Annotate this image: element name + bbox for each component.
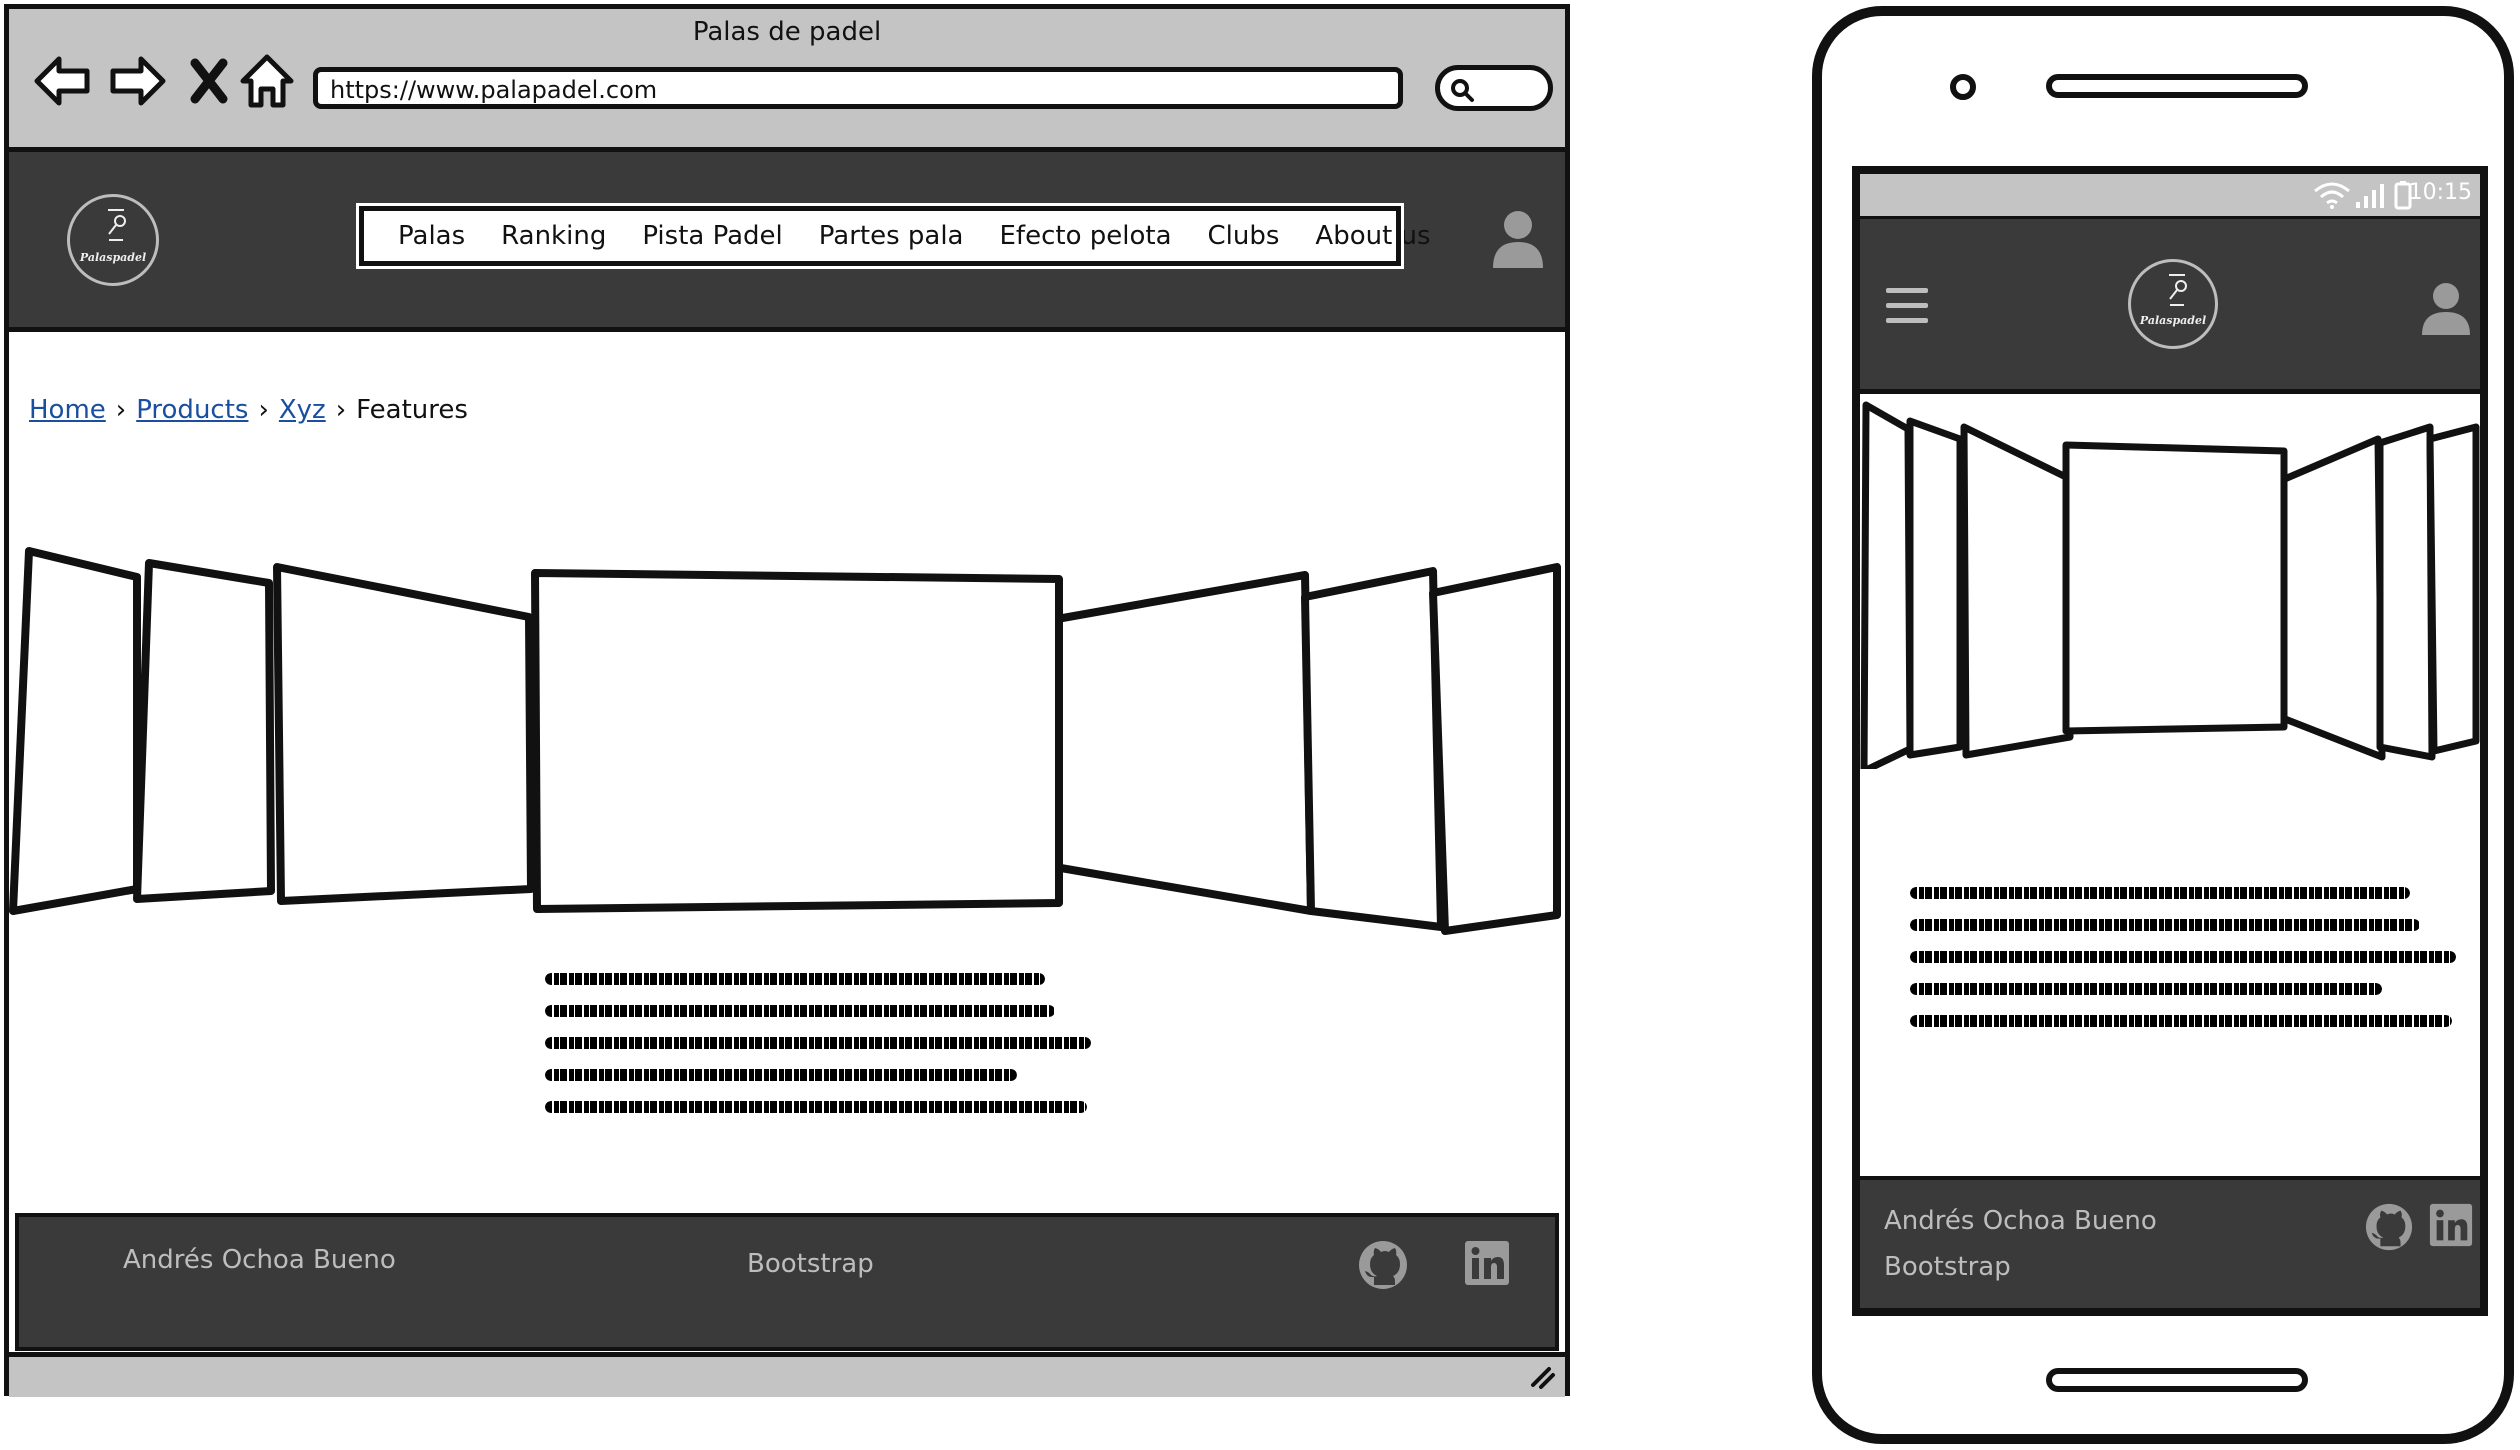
mobile-site-header: Palaspadel — [1860, 219, 2480, 394]
carousel-slide[interactable] — [1960, 423, 2074, 759]
github-icon[interactable] — [2364, 1202, 2414, 1252]
text-placeholder-line — [545, 1005, 1055, 1017]
menu-item-efecto-pelota[interactable]: Efecto pelota — [1000, 221, 1172, 251]
close-x-icon[interactable] — [177, 49, 241, 113]
browser-toolbar: Palas de padel https://www.palapadel.com — [9, 9, 1565, 152]
github-icon[interactable] — [1357, 1239, 1409, 1291]
footer-author: Andrés Ochoa Bueno — [1884, 1206, 2157, 1236]
carousel-slide[interactable] — [1860, 401, 1914, 769]
breadcrumb-products[interactable]: Products — [136, 395, 248, 425]
menu-item-pista-padel[interactable]: Pista Padel — [642, 221, 782, 251]
breadcrumb-current: Features — [356, 395, 468, 425]
wifi-icon — [2314, 182, 2350, 209]
mobile-site-footer: Andrés Ochoa Bueno Bootstrap — [1860, 1176, 2480, 1308]
text-placeholder-line — [1910, 887, 2410, 899]
carousel-slide[interactable] — [2426, 423, 2480, 755]
text-placeholder-line — [1910, 1015, 2452, 1027]
mobile-device: 10:15 Palaspadel Andrés Ochoa Bueno Boot… — [1812, 6, 2514, 1444]
hamburger-menu-icon[interactable] — [1884, 285, 1930, 327]
text-placeholder-line — [545, 1037, 1091, 1049]
signal-icon — [2356, 184, 2384, 208]
front-camera — [1950, 74, 1976, 100]
logo-text: Palaspadel — [79, 251, 147, 264]
logo-text: Palaspadel — [2139, 314, 2207, 327]
home-icon[interactable] — [235, 49, 299, 113]
footer-author: Andrés Ochoa Bueno — [123, 1245, 396, 1275]
chevron-right-icon: › — [258, 395, 269, 425]
chevron-right-icon: › — [335, 395, 347, 425]
carousel-slide[interactable] — [1051, 571, 1315, 915]
clock-time: 10:15 — [2408, 180, 2472, 205]
phone-screen: 10:15 Palaspadel Andrés Ochoa Bueno Boot… — [1852, 166, 2488, 1316]
mobile-image-carousel — [1860, 401, 2480, 769]
mobile-placeholder-paragraph — [1910, 887, 2470, 1047]
phone-status-bar: 10:15 — [1860, 174, 2480, 219]
browser-search-field[interactable] — [1435, 65, 1553, 111]
text-placeholder-line — [545, 973, 1045, 985]
text-placeholder-line — [1910, 983, 2382, 995]
menu-item-ranking[interactable]: Ranking — [501, 221, 606, 251]
text-placeholder-line — [1910, 951, 2456, 963]
text-placeholder-line — [545, 1101, 1087, 1113]
url-text: https://www.palapadel.com — [330, 76, 658, 104]
mobile-site-logo[interactable]: Palaspadel — [2128, 259, 2218, 349]
address-bar[interactable]: https://www.palapadel.com — [313, 67, 1403, 109]
menu-item-partes-pala[interactable]: Partes pala — [819, 221, 964, 251]
browser-status-bar — [9, 1352, 1565, 1397]
forward-arrow-icon[interactable] — [105, 49, 169, 113]
carousel-slide[interactable] — [1906, 417, 1964, 759]
carousel-slide-main[interactable] — [531, 569, 1063, 913]
footer-framework: Bootstrap — [747, 1249, 874, 1279]
carousel-slide[interactable] — [1301, 567, 1445, 931]
image-carousel — [9, 547, 1561, 935]
site-header: Palaspadel Palas Ranking Pista Padel Par… — [9, 152, 1565, 332]
padel-racket-icon — [2169, 274, 2187, 306]
linkedin-icon[interactable] — [2428, 1202, 2474, 1248]
carousel-slide[interactable] — [133, 559, 275, 903]
carousel-slide[interactable] — [9, 547, 141, 915]
carousel-slide[interactable] — [2276, 435, 2386, 761]
resize-grip-icon[interactable] — [1529, 1363, 1557, 1389]
breadcrumb-home[interactable]: Home — [29, 395, 106, 425]
home-button[interactable] — [2046, 1368, 2308, 1392]
main-menu: Palas Ranking Pista Padel Partes pala Ef… — [356, 203, 1431, 269]
carousel-slide[interactable] — [2376, 423, 2436, 761]
back-arrow-icon[interactable] — [31, 49, 95, 113]
menu-item-about-us[interactable]: About us — [1315, 221, 1430, 251]
breadcrumb-xyz[interactable]: Xyz — [279, 395, 326, 425]
padel-racket-icon — [108, 209, 126, 241]
user-icon[interactable] — [1489, 208, 1547, 270]
footer-framework: Bootstrap — [1884, 1252, 2011, 1282]
browser-window: Palas de padel https://www.palapadel.com — [4, 4, 1570, 1397]
breadcrumb: Home › Products › Xyz › Features — [29, 395, 468, 425]
earpiece-speaker — [2046, 74, 2308, 98]
linkedin-icon[interactable] — [1463, 1239, 1511, 1287]
chevron-right-icon: › — [115, 395, 127, 425]
search-icon — [1451, 79, 1474, 102]
menu-item-palas[interactable]: Palas — [398, 221, 465, 251]
text-placeholder-line — [1910, 919, 2420, 931]
text-placeholder-line — [545, 1069, 1017, 1081]
placeholder-paragraph — [545, 973, 1105, 1133]
carousel-slide-main[interactable] — [2062, 441, 2288, 735]
site-footer: Andrés Ochoa Bueno Bootstrap — [15, 1213, 1559, 1351]
menu-item-clubs[interactable]: Clubs — [1208, 221, 1280, 251]
carousel-slide[interactable] — [1429, 563, 1561, 935]
window-title: Palas de padel — [692, 17, 882, 47]
carousel-slide[interactable] — [273, 563, 535, 905]
site-logo[interactable]: Palaspadel — [67, 194, 159, 286]
user-icon[interactable] — [2420, 281, 2472, 337]
